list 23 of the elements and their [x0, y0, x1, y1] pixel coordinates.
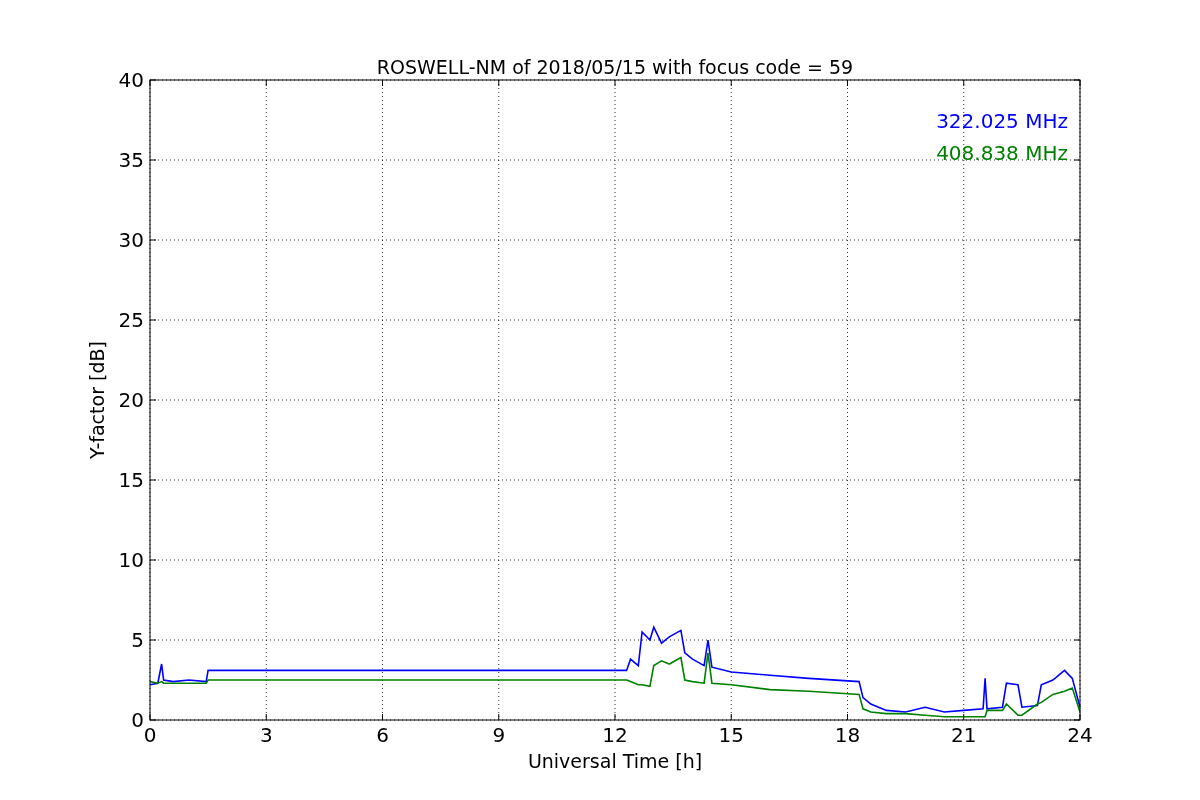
x-tick-label: 12 — [602, 723, 628, 747]
x-tick-label: 9 — [492, 723, 506, 747]
y-tick-label: 35 — [118, 148, 144, 172]
x-tick-label: 21 — [951, 723, 977, 747]
x-tick-label: 6 — [376, 723, 389, 747]
legend-label: 408.838 MHz — [936, 141, 1068, 165]
y-tick-label: 0 — [131, 708, 144, 732]
y-tick-label: 40 — [118, 68, 144, 92]
y-axis-title: Y-factor [dB] — [86, 341, 108, 459]
y-tick-label: 25 — [118, 308, 144, 332]
y-tick-label: 10 — [118, 548, 144, 572]
chart-title: ROSWELL-NM of 2018/05/15 with focus code = 59 — [376, 56, 854, 78]
y-tick-label: 15 — [118, 468, 144, 492]
x-tick-label: 15 — [718, 723, 744, 747]
x-tick-label: 0 — [143, 723, 157, 747]
y-tick-label: 20 — [118, 388, 144, 412]
legend-label: 322.025 MHz — [936, 109, 1068, 133]
x-tick-label: 3 — [259, 723, 273, 747]
x-tick-label: 18 — [834, 723, 861, 747]
x-axis-title: Universal Time [h] — [527, 750, 703, 772]
y-tick-label: 30 — [118, 228, 144, 252]
y-tick-label: 5 — [131, 628, 144, 652]
x-tick-label: 24 — [1067, 723, 1093, 747]
